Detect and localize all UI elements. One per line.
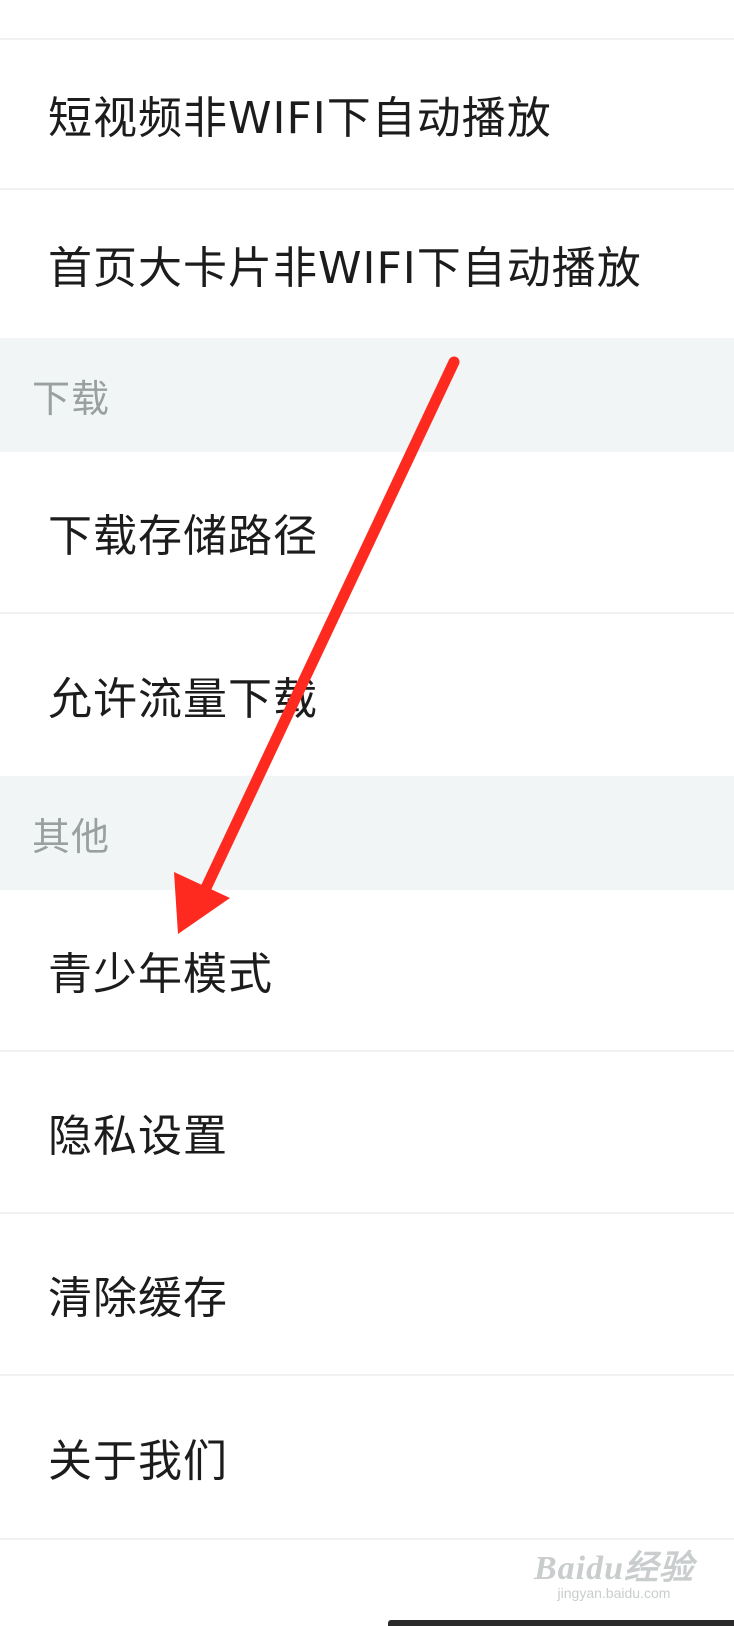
home-indicator[interactable] bbox=[388, 1620, 734, 1626]
section-header-download: 下载 bbox=[0, 338, 734, 452]
youth-mode-label: 青少年模式 bbox=[48, 949, 273, 1000]
baidu-jingyan-watermark: Baidu经验 jingyan.baidu.com bbox=[534, 1540, 694, 1601]
clear-cache-row[interactable]: 清除缓存 bbox=[0, 1214, 734, 1376]
top-row-remnant bbox=[0, 0, 734, 40]
autoplay-shortvideo-row[interactable]: 短视频非WIFI下自动播放 bbox=[0, 40, 734, 190]
clear-cache-label: 清除缓存 bbox=[48, 1273, 228, 1324]
autoplay-homecard-row[interactable]: 首页大卡片非WIFI下自动播放 bbox=[0, 190, 734, 338]
watermark-logo-text: Baidu经验 bbox=[533, 1550, 694, 1587]
youth-mode-row[interactable]: 青少年模式 bbox=[0, 890, 734, 1052]
autoplay-shortvideo-label: 短视频非WIFI下自动播放 bbox=[48, 93, 552, 144]
download-path-row[interactable]: 下载存储路径 bbox=[0, 452, 734, 614]
privacy-settings-row[interactable]: 隐私设置 bbox=[0, 1052, 734, 1214]
section-header-other: 其他 bbox=[0, 776, 734, 890]
allow-cellular-download-row[interactable]: 允许流量下载 bbox=[0, 614, 734, 776]
section-title-other: 其他 bbox=[32, 814, 111, 859]
autoplay-homecard-label: 首页大卡片非WIFI下自动播放 bbox=[48, 243, 642, 294]
about-us-row[interactable]: 关于我们 bbox=[0, 1376, 734, 1540]
allow-cellular-download-label: 允许流量下载 bbox=[48, 674, 318, 725]
about-us-label: 关于我们 bbox=[48, 1436, 228, 1487]
watermark-url: jingyan.baidu.com bbox=[557, 1585, 671, 1601]
section-title-download: 下载 bbox=[32, 376, 111, 421]
settings-page: 短视频非WIFI下自动播放 首页大卡片非WIFI下自动播放 下载 下载存储路径 … bbox=[0, 0, 734, 1626]
privacy-settings-label: 隐私设置 bbox=[48, 1111, 228, 1162]
download-path-label: 下载存储路径 bbox=[48, 511, 318, 562]
